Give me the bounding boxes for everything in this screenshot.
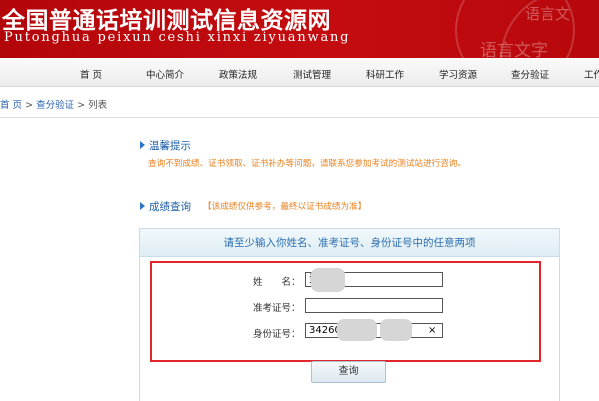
tips-title: 温馨提示	[149, 140, 191, 152]
site-header: 语言文 语言文字 全国普通话培训测试信息资源网 Putonghua peixun…	[0, 0, 599, 58]
query-title: 成绩查询	[149, 201, 191, 213]
breadcrumb-separator: >	[77, 100, 86, 111]
tips-text: 查询不到成绩、证书领取、证书补办等问题，请联系您参加考试的测试站进行咨询。	[148, 159, 466, 169]
nav-item-research[interactable]: 科研工作	[366, 67, 404, 81]
highlight-box	[150, 261, 541, 362]
header-watermark-text: 语言文	[525, 5, 571, 23]
nav-item-test-mgmt[interactable]: 测试管理	[293, 67, 331, 81]
breadcrumb-section[interactable]: 查分验证	[36, 100, 74, 111]
nav-item-score-check[interactable]: 查分验证	[511, 67, 549, 81]
breadcrumb-separator: >	[25, 100, 34, 111]
breadcrumb-current: 列表	[88, 100, 108, 111]
nav-item-about[interactable]: 中心简介	[146, 67, 184, 81]
tips-heading: 温馨提示	[140, 138, 191, 153]
breadcrumb: 首 页 > 查分验证 > 列表	[0, 97, 107, 115]
triangle-right-icon	[140, 202, 145, 210]
form-instruction: 请至少输入你姓名、准考证号、身份证号中的任意两项	[140, 229, 559, 257]
nav-item-resources[interactable]: 学习资源	[439, 67, 477, 81]
query-heading: 成绩查询	[140, 199, 191, 214]
nav-item-work[interactable]: 工作	[584, 67, 599, 81]
breadcrumb-divider	[0, 117, 599, 118]
nav-item-home[interactable]: 首 页	[80, 67, 102, 81]
query-note: 【该成绩仅供参考，最终以证书成绩为准】	[203, 202, 367, 212]
nav-item-policy[interactable]: 政策法规	[219, 67, 257, 81]
triangle-right-icon	[140, 141, 145, 149]
query-button[interactable]: 查询	[311, 361, 386, 383]
main-nav: 首 页 中心简介 政策法规 测试管理 科研工作 学习资源 查分验证 工作	[0, 58, 599, 87]
site-pinyin-subtitle: Putonghua peixun ceshi xinxi ziyuanwang	[4, 30, 351, 45]
header-watermark-text: 语言文字	[480, 41, 548, 58]
breadcrumb-home[interactable]: 首 页	[0, 100, 22, 111]
